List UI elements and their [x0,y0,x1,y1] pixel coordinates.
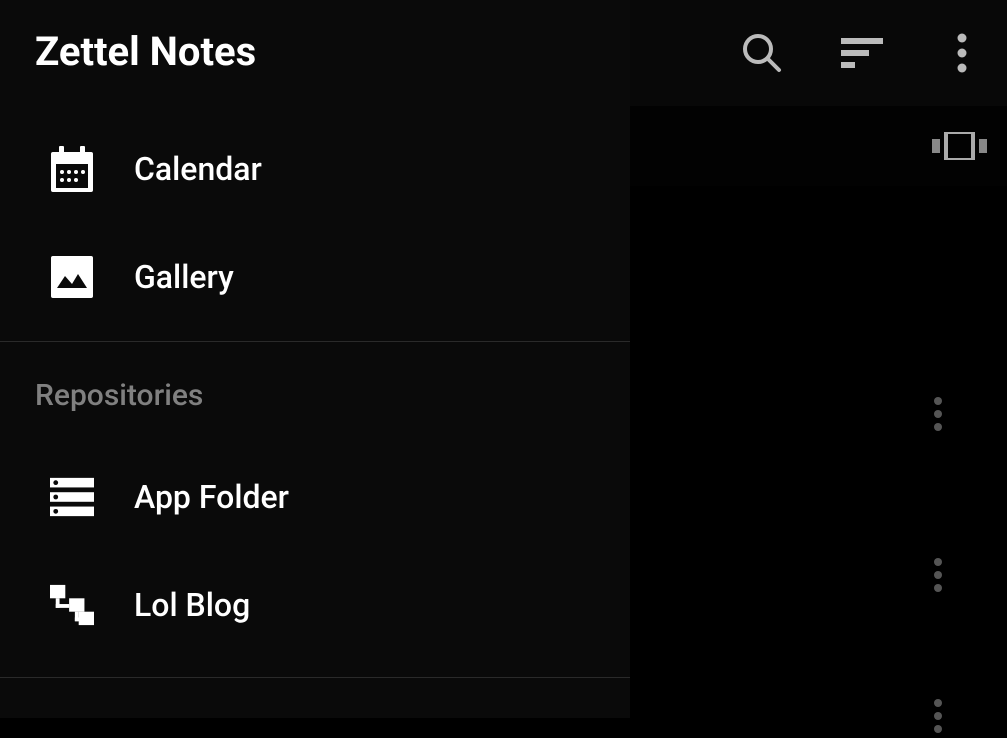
app-title: Zettel Notes [0,0,630,115]
gallery-icon [50,255,94,299]
list-item[interactable] [630,658,1007,738]
carousel-view-icon[interactable] [932,130,987,162]
calendar-icon [50,147,94,191]
drawer-item-label: App Folder [134,478,289,516]
drawer-item-label: Lol Blog [134,586,250,624]
list-item[interactable] [630,497,1007,652]
more-vert-icon[interactable] [924,702,952,730]
more-vert-icon[interactable] [924,561,952,589]
drawer-repo-app-folder[interactable]: App Folder [0,443,630,551]
drawer-item-gallery[interactable]: Gallery [0,223,630,331]
sort-icon[interactable] [837,28,887,78]
content-list [630,106,1007,738]
navigation-drawer: Zettel Notes Calendar [0,0,630,718]
divider [0,677,630,678]
more-vert-icon[interactable] [937,28,987,78]
drawer-item-label: Gallery [134,258,234,296]
list-item[interactable] [630,336,1007,491]
drawer-repo-lol-blog[interactable]: Lol Blog [0,551,630,659]
tree-icon [50,583,94,627]
more-vert-icon[interactable] [924,400,952,428]
drawer-item-calendar[interactable]: Calendar [0,115,630,223]
storage-icon [50,475,94,519]
app-header [630,0,1007,106]
search-icon[interactable] [737,28,787,78]
content-header-row [630,106,1007,186]
drawer-item-label: Calendar [134,150,262,188]
main-content-area [630,0,1007,718]
section-header-repositories: Repositories [0,342,630,443]
list-item[interactable] [630,186,1007,328]
